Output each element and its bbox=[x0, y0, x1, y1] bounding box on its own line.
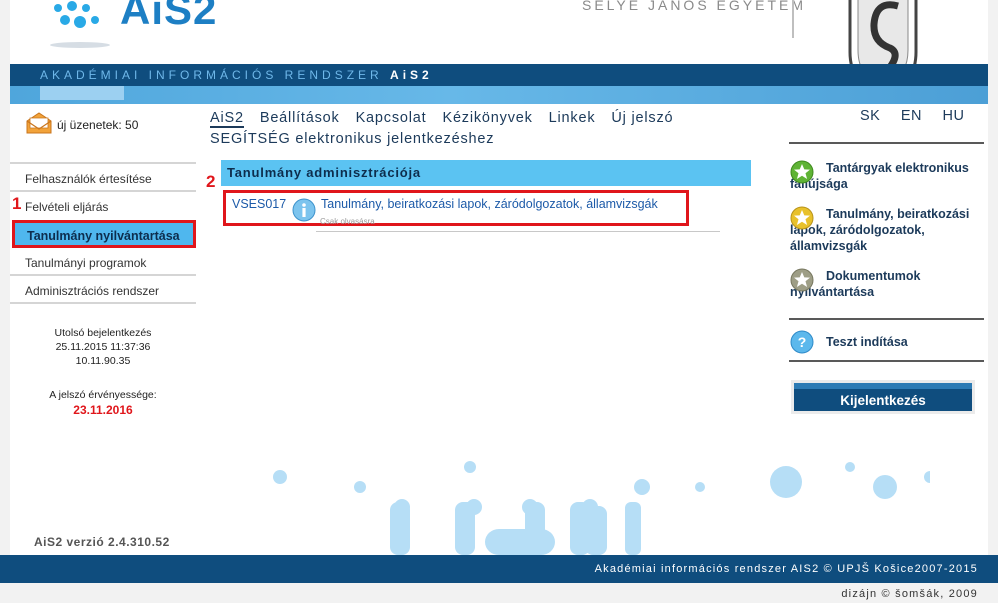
menu-separator bbox=[10, 274, 196, 276]
application-access-note: Csak olvasásra bbox=[320, 217, 375, 226]
yellow-star-icon bbox=[790, 206, 814, 230]
header-strip bbox=[10, 86, 988, 104]
annotation-marker-2: 2 bbox=[206, 172, 216, 191]
annotation-marker-1: 1 bbox=[12, 194, 22, 213]
nav-beallitasok[interactable]: Beállítások bbox=[260, 110, 340, 126]
help-icon: ? bbox=[790, 330, 814, 354]
password-validity: A jelszó érvényessége: 23.11.2016 bbox=[10, 388, 196, 418]
logo-text: AiS2 bbox=[120, 0, 218, 33]
menu-item-tanulmany-nyilvantartasa[interactable]: Tanulmány nyilvántartása bbox=[12, 220, 196, 248]
brand-suffix: AiS2 bbox=[390, 68, 433, 82]
nav-help-link[interactable]: SEGÍTSÉG elektronikus jelentkezéshez bbox=[210, 131, 494, 147]
link-faliujsag[interactable]: Tantárgyak elektronikus faliújsága bbox=[790, 160, 986, 192]
ais2-window: AiS2 SELYE JÁNOS EGYETEM AKADÉMIAI INFOR… bbox=[0, 0, 998, 603]
menu-item-adminisztracios-rendszer[interactable]: Adminisztrációs rendszer bbox=[12, 280, 196, 302]
svg-text:?: ? bbox=[798, 334, 807, 350]
nav-uj-jelszo[interactable]: Új jelszó bbox=[611, 110, 673, 126]
gray-star-icon bbox=[790, 268, 814, 292]
application-row[interactable]: VSES017 Tanulmány, beiratkozási lapok, z… bbox=[223, 190, 689, 226]
application-underline bbox=[316, 231, 720, 232]
language-switcher[interactable]: SK EN HU bbox=[860, 108, 965, 124]
brand-bar: AKADÉMIAI INFORMÁCIÓS RENDSZER AiS2 bbox=[10, 64, 988, 86]
menu-separator bbox=[10, 162, 196, 164]
application-code[interactable]: VSES017 bbox=[232, 197, 286, 211]
decorative-people-illustration bbox=[273, 461, 930, 555]
version-info: AiS2 verzió 2.4.310.52 bbox=[34, 535, 170, 549]
link-tanulmany-label: Tanulmány, beiratkozási lapok, záródolgo… bbox=[790, 207, 970, 253]
link-tanulmany[interactable]: Tanulmány, beiratkozási lapok, záródolgo… bbox=[790, 206, 986, 254]
menu-item-felhasznalok-ertesitese[interactable]: Felhasználók értesítése bbox=[12, 168, 196, 190]
brand-bar-title: AKADÉMIAI INFORMÁCIÓS RENDSZER AiS2 bbox=[40, 68, 433, 82]
footer: Akadémiai információs rendszer AIS2 © UP… bbox=[0, 555, 998, 583]
nav-kezikonyvek[interactable]: Kézikönyvek bbox=[442, 110, 532, 126]
logo-shadow bbox=[50, 42, 110, 48]
password-validity-date: 23.11.2016 bbox=[73, 403, 133, 417]
nav-linkek[interactable]: Linkek bbox=[549, 110, 596, 126]
link-dokumentumok-label: Dokumentumok nyilvántartása bbox=[790, 269, 921, 299]
link-dokumentumok[interactable]: Dokumentumok nyilvántartása bbox=[790, 268, 986, 300]
last-login-time: 25.11.2015 11:37:36 bbox=[55, 341, 151, 353]
top-navigation: AiS2 Beállítások Kapcsolat Kézikönyvek Linke… bbox=[210, 108, 750, 150]
header-strip-highlight bbox=[40, 86, 124, 100]
header-divider bbox=[792, 0, 794, 38]
footer-text: Akadémiai információs rendszer AIS2 © UP… bbox=[594, 563, 978, 575]
last-login-info: Utolsó bejelentkezés 25.11.2015 11:37:36… bbox=[10, 326, 196, 368]
green-star-icon bbox=[790, 160, 814, 184]
menu-separator bbox=[10, 190, 196, 192]
info-icon[interactable] bbox=[292, 198, 316, 222]
design-credit: dizájn © šomšák, 2009 bbox=[841, 588, 978, 600]
last-login-ip: 10.11.90.35 bbox=[75, 355, 131, 367]
right-separator bbox=[789, 360, 984, 362]
link-teszt-label: Teszt indítása bbox=[826, 335, 908, 349]
envelope-icon bbox=[26, 112, 52, 134]
page-body: új üzenetek: 50 Felhasználók értesítése … bbox=[10, 104, 988, 555]
messages-count: új üzenetek: 50 bbox=[57, 118, 139, 132]
nav-kapcsolat[interactable]: Kapcsolat bbox=[356, 110, 427, 126]
header: AiS2 SELYE JÁNOS EGYETEM AKADÉMIAI INFOR… bbox=[10, 0, 988, 104]
link-faliujsag-label: Tantárgyak elektronikus faliújsága bbox=[790, 161, 969, 191]
password-validity-label: A jelszó érvényessége: bbox=[49, 389, 157, 401]
university-name: SELYE JÁNOS EGYETEM bbox=[582, 0, 807, 13]
messages-link[interactable]: új üzenetek: 50 bbox=[26, 112, 138, 134]
right-separator bbox=[789, 318, 984, 320]
menu-item-tanulmanyi-programok[interactable]: Tanulmányi programok bbox=[12, 252, 196, 274]
logout-button[interactable]: Kijelentkezés bbox=[791, 380, 975, 414]
menu-separator bbox=[10, 302, 196, 304]
menu-item-felveteli-eljaras[interactable]: Felvételi eljárás bbox=[12, 196, 196, 218]
last-login-label: Utolsó bejelentkezés bbox=[54, 327, 152, 339]
application-name[interactable]: Tanulmány, beiratkozási lapok, záródolgo… bbox=[321, 197, 658, 211]
panel-title: Tanulmány adminisztrációja bbox=[221, 160, 751, 186]
nav-ais2[interactable]: AiS2 bbox=[210, 110, 244, 128]
link-teszt[interactable]: ? Teszt indítása bbox=[790, 330, 986, 354]
brand-prefix: AKADÉMIAI INFORMÁCIÓS RENDSZER bbox=[40, 68, 383, 82]
right-separator bbox=[789, 142, 984, 144]
